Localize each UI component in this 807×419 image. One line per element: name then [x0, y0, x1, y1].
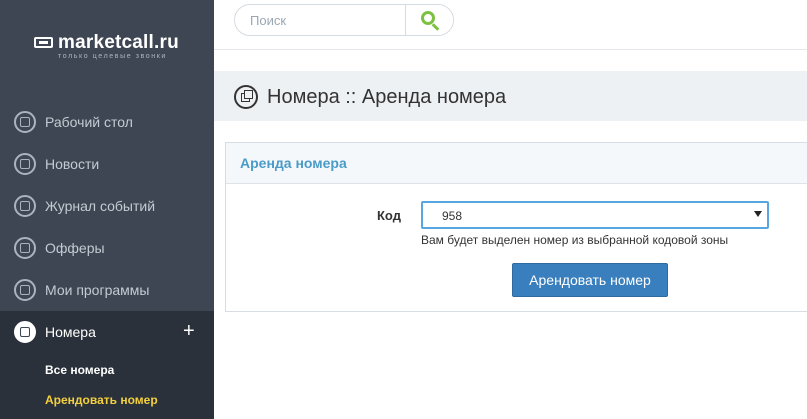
rent-number-button[interactable]: Арендовать номер	[512, 263, 668, 297]
panel-title: Аренда номера	[240, 155, 347, 171]
news-icon	[14, 153, 36, 175]
sidebar-item-label: Офферы	[45, 240, 105, 256]
search-button[interactable]	[405, 5, 453, 35]
page-title: Номера :: Аренда номера	[267, 86, 507, 108]
log-icon	[14, 195, 36, 217]
sidebar-item-news[interactable]: Новости	[0, 143, 214, 185]
rent-number-panel: Аренда номера Код 958 Вам будет выделен …	[225, 142, 807, 312]
code-label: Код	[377, 208, 401, 223]
chevron-down-icon	[754, 211, 762, 217]
sidebar-item-my-programs[interactable]: Мои программы	[0, 269, 214, 311]
sidebar-nav: Рабочий стол Новости Журнал событий Оффе…	[0, 101, 214, 419]
logo-tagline: только целевые звонки	[58, 53, 167, 60]
subnav-item-all-numbers[interactable]: Все номера	[0, 355, 214, 385]
code-select-value: 958	[442, 209, 463, 223]
sidebar-item-desktop[interactable]: Рабочий стол	[0, 101, 214, 143]
offers-icon	[14, 237, 36, 259]
page-header: Номера :: Аренда номера	[214, 71, 807, 121]
sidebar-item-label: Новости	[45, 156, 100, 172]
logo-text: marketcall.ru	[58, 32, 179, 53]
desktop-icon	[14, 111, 36, 133]
sidebar: marketcall.ru только целевые звонки Рабо…	[0, 0, 214, 419]
numbers-icon	[234, 85, 258, 109]
sidebar-subnav: Все номера Арендовать номер	[0, 353, 214, 419]
sidebar-item-label: Журнал событий	[45, 198, 156, 214]
numbers-icon	[14, 321, 36, 343]
search-box	[234, 4, 454, 36]
code-select[interactable]: 958	[421, 201, 769, 229]
logo[interactable]: marketcall.ru только целевые звонки	[34, 30, 194, 70]
sidebar-item-label: Рабочий стол	[45, 114, 133, 130]
subnav-item-rent-number[interactable]: Арендовать номер	[0, 385, 214, 415]
search-input[interactable]	[235, 5, 405, 35]
top-bar	[214, 0, 807, 50]
subnav-item-label: Все номера	[45, 363, 115, 377]
panel-header: Аренда номера	[226, 143, 807, 184]
sidebar-item-numbers[interactable]: Номера +	[0, 311, 214, 353]
expand-plus-icon[interactable]: +	[183, 320, 195, 343]
sidebar-item-label: Мои программы	[45, 282, 150, 298]
logo-icon	[34, 37, 53, 48]
sidebar-item-event-log[interactable]: Журнал событий	[0, 185, 214, 227]
sidebar-item-offers[interactable]: Офферы	[0, 227, 214, 269]
code-help-text: Вам будет выделен номер из выбранной код…	[421, 233, 729, 247]
programs-icon	[14, 279, 36, 301]
subnav-item-label: Арендовать номер	[45, 393, 158, 407]
sidebar-item-label: Номера	[45, 324, 96, 340]
